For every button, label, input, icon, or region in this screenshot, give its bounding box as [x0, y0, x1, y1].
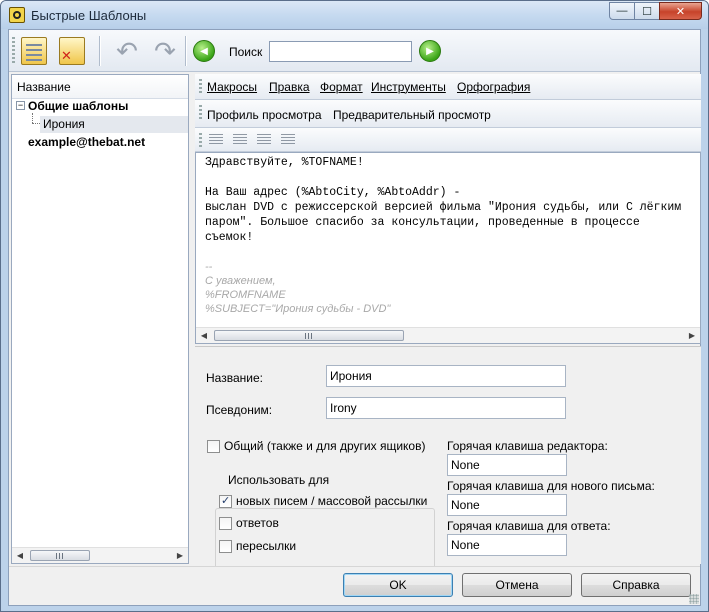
tree-horizontal-scrollbar[interactable]: ◀ ▶: [12, 547, 188, 563]
tree-connector: [32, 113, 33, 123]
name-field[interactable]: Ирония: [326, 365, 566, 387]
toolbar-separator: [99, 36, 100, 66]
signature-line: %FROMFNAME: [205, 289, 286, 301]
editor-line: выслан DVD с режиссерской версией фильма…: [205, 201, 682, 214]
align-justify-icon[interactable]: [281, 134, 295, 145]
use-new-label[interactable]: новых писем / массовой рассылки: [236, 494, 427, 508]
editor-line: съемок!: [205, 231, 254, 244]
help-button[interactable]: Справка: [581, 573, 691, 597]
dialog-client-area: ↶ ↷ ◀ Поиск ▶ Название − Общие шаблоны И…: [8, 29, 701, 606]
template-editor[interactable]: Здравствуйте, %TOFNAME! На Ваш адрес (%A…: [195, 152, 701, 344]
search-label: Поиск: [229, 45, 263, 59]
menu-preview[interactable]: Предварительный просмотр: [333, 108, 491, 122]
scroll-left-icon[interactable]: ◀: [12, 548, 28, 564]
alias-field[interactable]: Irony: [326, 397, 566, 419]
window-controls: — ☐ ✕: [609, 2, 702, 20]
maximize-button[interactable]: ☐: [634, 2, 660, 20]
editor-view-bar: Профиль просмотра Предварительный просмо…: [195, 100, 701, 128]
scroll-thumb[interactable]: [30, 550, 90, 561]
align-center-icon[interactable]: [233, 134, 247, 145]
template-tree[interactable]: Название − Общие шаблоны Ирония example@…: [11, 74, 189, 564]
scroll-right-icon[interactable]: ▶: [172, 548, 188, 564]
editor-line: Здравствуйте, %TOFNAME!: [205, 156, 364, 169]
menu-edit[interactable]: Правка: [269, 80, 310, 94]
menu-view-profile[interactable]: Профиль просмотра: [207, 108, 322, 122]
shared-checkbox[interactable]: [207, 440, 220, 453]
template-properties: Название: Ирония Псевдоним: Irony Общий …: [195, 346, 701, 588]
hotkey-new-field[interactable]: None: [447, 494, 567, 516]
align-right-icon[interactable]: [257, 134, 271, 145]
formatting-toolbar: [195, 128, 701, 152]
undo-icon[interactable]: ↶: [113, 37, 141, 65]
use-new-checkbox[interactable]: [219, 494, 232, 508]
tree-column-header[interactable]: Название: [12, 75, 188, 99]
signature-line: С уважением,: [205, 275, 276, 287]
hotkey-editor-label: Горячая клавиша редактора:: [447, 439, 608, 453]
tree-item-account[interactable]: example@thebat.net: [28, 135, 145, 149]
use-reply-checkbox[interactable]: [219, 517, 232, 530]
signature-line: --: [205, 261, 213, 273]
minimize-button[interactable]: —: [609, 2, 635, 20]
use-forward-label[interactable]: пересылки: [236, 539, 296, 553]
use-for-title: Использовать для: [225, 473, 333, 487]
editor-line: На Ваш адрес (%AbtoCity, %AbtoAddr) -: [205, 186, 461, 199]
scroll-left-icon[interactable]: ◀: [196, 328, 212, 343]
previous-icon[interactable]: ◀: [193, 40, 215, 62]
signature-line: %SUBJECT="Ирония судьбы - DVD": [205, 303, 391, 315]
tree-item-irony[interactable]: Ирония: [43, 117, 85, 131]
cancel-button[interactable]: Отмена: [462, 573, 572, 597]
hotkey-reply-label: Горячая клавиша для ответа:: [447, 519, 611, 533]
search-input[interactable]: [269, 41, 412, 62]
editor-horizontal-scrollbar[interactable]: ◀ ▶: [196, 327, 700, 343]
editor-line: паром". Большое спасибо за консультации,…: [205, 216, 640, 229]
menu-format[interactable]: Формат: [320, 80, 363, 94]
tree-connector: [32, 123, 40, 124]
redo-icon[interactable]: ↷: [151, 37, 179, 65]
use-reply-label[interactable]: ответов: [236, 516, 279, 530]
hotkey-editor-field[interactable]: None: [447, 454, 567, 476]
shared-label[interactable]: Общий (также и для других ящиков): [224, 439, 425, 453]
menu-macros[interactable]: Макросы: [207, 80, 257, 94]
new-template-icon[interactable]: [21, 37, 47, 65]
scroll-thumb[interactable]: [214, 330, 404, 341]
name-label: Название:: [206, 371, 263, 385]
ok-button[interactable]: OK: [343, 573, 453, 597]
menu-grip-icon[interactable]: [199, 79, 202, 95]
toolbar-separator: [185, 36, 186, 66]
menu-tools[interactable]: Инструменты: [371, 80, 446, 94]
alias-label: Псевдоним:: [206, 403, 273, 417]
align-left-icon[interactable]: [209, 134, 223, 145]
the-bat-app-icon: [9, 7, 25, 23]
scroll-right-icon[interactable]: ▶: [684, 328, 700, 343]
hotkey-reply-field[interactable]: None: [447, 534, 567, 556]
close-button[interactable]: ✕: [659, 2, 702, 20]
collapse-toggle-icon[interactable]: −: [16, 101, 25, 110]
title-bar[interactable]: Быстрые Шаблоны — ☐ ✕: [1, 1, 708, 29]
tree-item-common-templates[interactable]: Общие шаблоны: [28, 99, 128, 113]
quick-templates-window: Быстрые Шаблоны — ☐ ✕ ↶ ↷ ◀ Поиск ▶ Назв…: [0, 0, 709, 612]
menu-grip-icon[interactable]: [199, 105, 202, 121]
window-title: Быстрые Шаблоны: [31, 8, 147, 23]
next-icon[interactable]: ▶: [419, 40, 441, 62]
use-forward-checkbox[interactable]: [219, 540, 232, 553]
dialog-button-bar: OK Отмена Справка: [9, 566, 700, 605]
toolbar-grip-icon[interactable]: [12, 37, 15, 65]
resize-grip-icon[interactable]: [689, 594, 699, 604]
toolbar-grip-icon[interactable]: [199, 133, 202, 149]
toolbar: ↶ ↷ ◀ Поиск ▶: [9, 30, 700, 72]
menu-spelling[interactable]: Орфография: [457, 80, 530, 94]
hotkey-new-label: Горячая клавиша для нового письма:: [447, 479, 655, 493]
editor-menu-bar: Макросы Правка Формат Инструменты Орфогр…: [195, 74, 701, 100]
delete-template-icon[interactable]: [59, 37, 85, 65]
